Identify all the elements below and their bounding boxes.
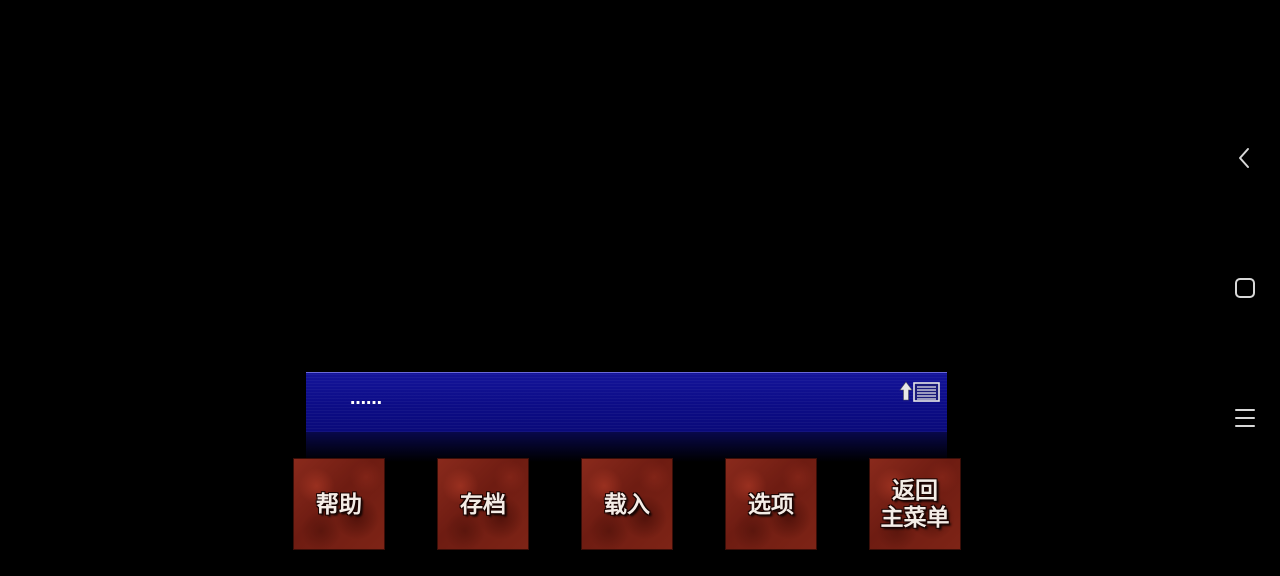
dialogue-box[interactable]: …… <box>306 372 947 432</box>
options-button[interactable]: 选项 <box>725 458 817 550</box>
nav-home-button[interactable] <box>1228 271 1262 305</box>
options-button-label: 选项 <box>748 490 794 518</box>
help-button-label: 帮助 <box>316 490 362 518</box>
nav-menu-button[interactable] <box>1228 401 1262 435</box>
load-button[interactable]: 载入 <box>581 458 673 550</box>
return-main-menu-button[interactable]: 返回 主菜单 <box>869 458 961 550</box>
backlog-arrow-list-icon <box>899 381 940 402</box>
dialogue-text: …… <box>350 389 382 408</box>
square-icon <box>1235 278 1255 298</box>
save-button-label: 存档 <box>460 490 506 518</box>
hamburger-icon <box>1235 409 1255 427</box>
help-button[interactable]: 帮助 <box>293 458 385 550</box>
nav-back-button[interactable] <box>1228 141 1262 175</box>
save-button[interactable]: 存档 <box>437 458 529 550</box>
load-button-label: 载入 <box>604 490 650 518</box>
backlog-button[interactable] <box>898 380 942 406</box>
game-screen[interactable]: …… 帮助 存档 载入 选项 返回 主菜单 <box>0 0 1280 576</box>
chevron-left-icon <box>1239 148 1249 168</box>
return-main-menu-label: 返回 主菜单 <box>880 477 950 531</box>
